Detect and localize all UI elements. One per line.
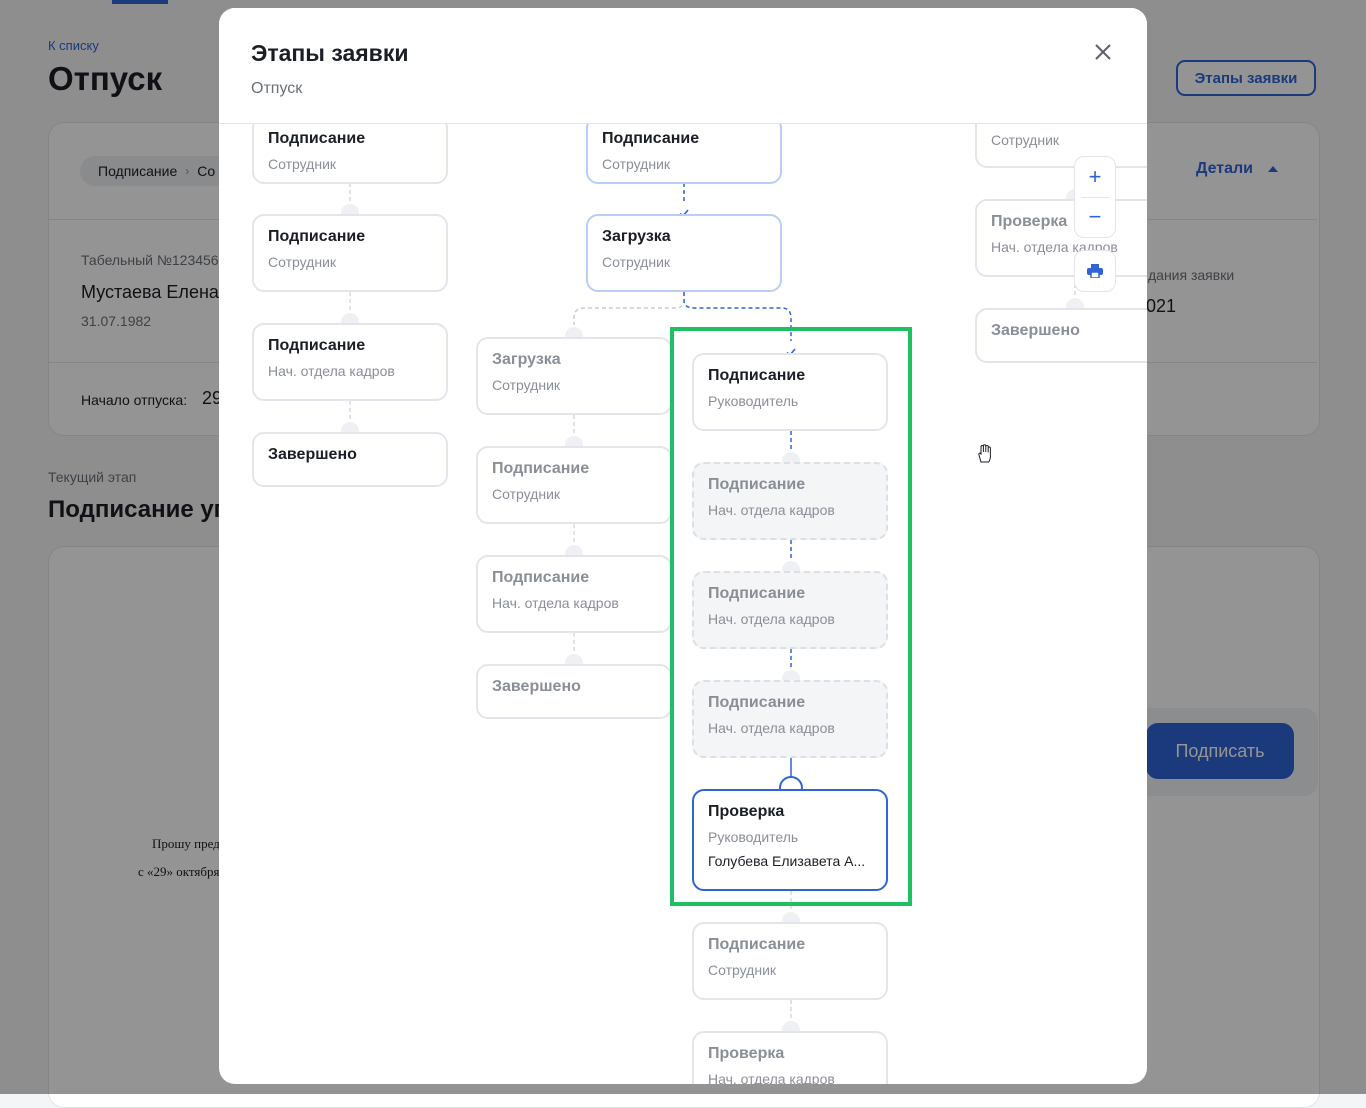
stage-node[interactable]: Подписание Нач. отдела кадров [252,323,448,401]
stage-node[interactable]: Загрузка Сотрудник [476,337,672,415]
close-icon [1095,44,1111,60]
highlight-frame [670,327,912,906]
stage-node[interactable]: Подписание Сотрудник [586,116,782,184]
modal-subtitle: Отпуск [251,80,303,97]
hand-cursor-icon [978,444,991,463]
stage-node[interactable]: Подписание Сотрудник [252,214,448,292]
modal-title: Этапы заявки [251,40,409,66]
stage-node[interactable]: Проверка Нач. отдела кадров [975,199,1147,277]
printer-icon [1087,264,1103,278]
print-button[interactable] [1074,250,1116,292]
stage-node[interactable]: Подписание Сотрудник [692,922,888,1000]
zoom-out-button[interactable]: − [1075,197,1115,237]
stage-node[interactable]: Подписание Сотрудник [252,116,448,184]
stage-node[interactable]: Загрузка Сотрудник [586,214,782,292]
plus-icon: + [1088,164,1102,189]
stage-node[interactable]: Проверка Нач. отдела кадров [692,1031,888,1084]
modal-header: Этапы заявки Отпуск [219,8,1147,124]
zoom-controls: + − [1074,156,1116,238]
stage-node-completed[interactable]: Завершено [252,432,448,487]
stage-node[interactable]: Подписание Нач. отдела кадров [476,555,672,633]
stage-node-completed[interactable]: Завершено [476,664,672,719]
stage-node-completed[interactable]: Завершено [975,308,1147,363]
minus-icon: − [1088,204,1102,229]
stage-node[interactable]: Подписание Сотрудник [476,446,672,524]
close-button[interactable] [1089,38,1117,66]
zoom-in-button[interactable]: + [1075,157,1115,197]
